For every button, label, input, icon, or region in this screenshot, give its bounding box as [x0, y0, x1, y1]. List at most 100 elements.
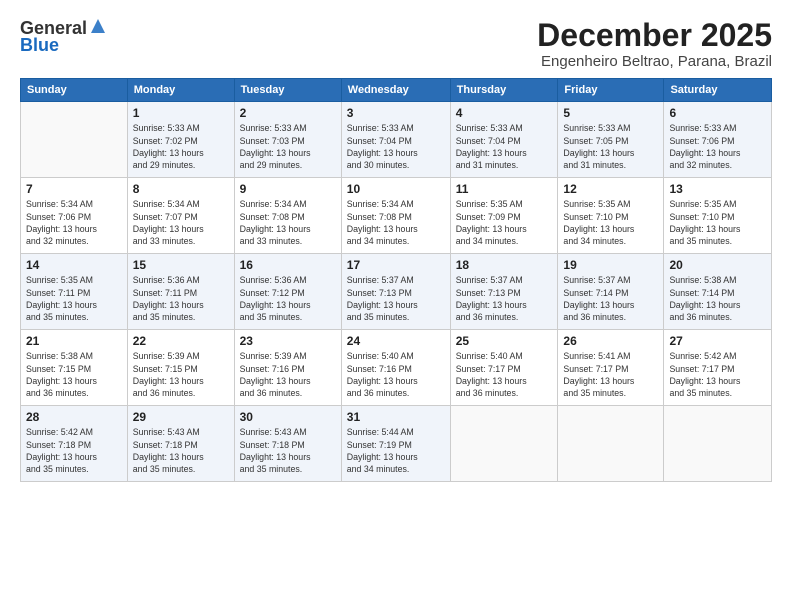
cell-day-number: 13 [669, 182, 766, 196]
logo: General Blue [20, 18, 107, 56]
calendar-cell: 18Sunrise: 5:37 AM Sunset: 7:13 PM Dayli… [450, 254, 558, 330]
calendar-cell: 6 Sunrise: 5:33 AM Sunset: 7:06 PM Daylig… [664, 102, 772, 178]
cell-day-number: 8 [133, 182, 229, 196]
calendar-week-row: 7 Sunrise: 5:34 AM Sunset: 7:06 PM Daylig… [21, 178, 772, 254]
header: General Blue December 2025 Engenheiro Be… [20, 18, 772, 70]
page-subtitle: Engenheiro Beltrao, Parana, Brazil [537, 53, 772, 70]
cell-info-text: Sunrise: 5:37 AM Sunset: 7:13 PM Dayligh… [347, 274, 445, 323]
cell-info-text: Sunrise: 5:35 AM Sunset: 7:09 PM Dayligh… [456, 198, 553, 247]
cell-info-text: Sunrise: 5:36 AM Sunset: 7:12 PM Dayligh… [240, 274, 336, 323]
cell-info-text: Sunrise: 5:33 AM Sunset: 7:02 PM Dayligh… [133, 122, 229, 171]
cell-info-text: Sunrise: 5:38 AM Sunset: 7:14 PM Dayligh… [669, 274, 766, 323]
cell-info-text: Sunrise: 5:35 AM Sunset: 7:10 PM Dayligh… [669, 198, 766, 247]
calendar-cell: 2 Sunrise: 5:33 AM Sunset: 7:03 PM Daylig… [234, 102, 341, 178]
cell-day-number: 23 [240, 334, 336, 348]
calendar-cell [664, 406, 772, 482]
cell-info-text: Sunrise: 5:34 AM Sunset: 7:08 PM Dayligh… [240, 198, 336, 247]
calendar-cell [558, 406, 664, 482]
cell-info-text: Sunrise: 5:42 AM Sunset: 7:17 PM Dayligh… [669, 350, 766, 399]
logo-icon [89, 17, 107, 35]
cell-day-number: 3 [347, 106, 445, 120]
calendar-cell [450, 406, 558, 482]
title-block: December 2025 Engenheiro Beltrao, Parana… [537, 18, 772, 70]
cell-day-number: 15 [133, 258, 229, 272]
cell-info-text: Sunrise: 5:37 AM Sunset: 7:14 PM Dayligh… [563, 274, 658, 323]
calendar-cell: 11 Sunrise: 5:35 AM Sunset: 7:09 PM Dayli… [450, 178, 558, 254]
calendar-cell: 29 Sunrise: 5:43 AM Sunset: 7:18 PM Dayli… [127, 406, 234, 482]
calendar-cell: 4 Sunrise: 5:33 AM Sunset: 7:04 PM Daylig… [450, 102, 558, 178]
cell-day-number: 2 [240, 106, 336, 120]
cell-day-number: 20 [669, 258, 766, 272]
calendar-cell: 28 Sunrise: 5:42 AM Sunset: 7:18 PM Dayli… [21, 406, 128, 482]
cell-day-number: 24 [347, 334, 445, 348]
calendar-cell: 15 Sunrise: 5:36 AM Sunset: 7:11 PM Dayli… [127, 254, 234, 330]
cell-info-text: Sunrise: 5:33 AM Sunset: 7:03 PM Dayligh… [240, 122, 336, 171]
cell-day-number: 28 [26, 410, 122, 424]
cell-info-text: Sunrise: 5:39 AM Sunset: 7:15 PM Dayligh… [133, 350, 229, 399]
calendar-cell: 22 Sunrise: 5:39 AM Sunset: 7:15 PM Dayli… [127, 330, 234, 406]
calendar-cell: 21Sunrise: 5:38 AM Sunset: 7:15 PM Dayli… [21, 330, 128, 406]
cell-info-text: Sunrise: 5:40 AM Sunset: 7:17 PM Dayligh… [456, 350, 553, 399]
calendar-header-tuesday: Tuesday [234, 79, 341, 102]
cell-day-number: 18 [456, 258, 553, 272]
cell-day-number: 10 [347, 182, 445, 196]
calendar-cell: 30Sunrise: 5:43 AM Sunset: 7:18 PM Dayli… [234, 406, 341, 482]
cell-day-number: 30 [240, 410, 336, 424]
calendar-table: SundayMondayTuesdayWednesdayThursdayFrid… [20, 78, 772, 482]
cell-info-text: Sunrise: 5:40 AM Sunset: 7:16 PM Dayligh… [347, 350, 445, 399]
calendar-cell: 23 Sunrise: 5:39 AM Sunset: 7:16 PM Dayli… [234, 330, 341, 406]
cell-day-number: 31 [347, 410, 445, 424]
cell-day-number: 12 [563, 182, 658, 196]
calendar-cell: 5Sunrise: 5:33 AM Sunset: 7:05 PM Daylig… [558, 102, 664, 178]
cell-day-number: 25 [456, 334, 553, 348]
logo-blue: Blue [20, 35, 59, 56]
cell-info-text: Sunrise: 5:35 AM Sunset: 7:11 PM Dayligh… [26, 274, 122, 323]
cell-day-number: 7 [26, 182, 122, 196]
calendar-header-thursday: Thursday [450, 79, 558, 102]
cell-day-number: 27 [669, 334, 766, 348]
cell-info-text: Sunrise: 5:38 AM Sunset: 7:15 PM Dayligh… [26, 350, 122, 399]
calendar-week-row: 1 Sunrise: 5:33 AM Sunset: 7:02 PM Daylig… [21, 102, 772, 178]
calendar-week-row: 14 Sunrise: 5:35 AM Sunset: 7:11 PM Dayli… [21, 254, 772, 330]
cell-day-number: 17 [347, 258, 445, 272]
calendar-week-row: 21Sunrise: 5:38 AM Sunset: 7:15 PM Dayli… [21, 330, 772, 406]
calendar-week-row: 28 Sunrise: 5:42 AM Sunset: 7:18 PM Dayli… [21, 406, 772, 482]
cell-info-text: Sunrise: 5:34 AM Sunset: 7:06 PM Dayligh… [26, 198, 122, 247]
cell-info-text: Sunrise: 5:35 AM Sunset: 7:10 PM Dayligh… [563, 198, 658, 247]
calendar-cell: 10Sunrise: 5:34 AM Sunset: 7:08 PM Dayli… [341, 178, 450, 254]
cell-info-text: Sunrise: 5:43 AM Sunset: 7:18 PM Dayligh… [133, 426, 229, 475]
cell-info-text: Sunrise: 5:33 AM Sunset: 7:04 PM Dayligh… [456, 122, 553, 171]
calendar-header-row: SundayMondayTuesdayWednesdayThursdayFrid… [21, 79, 772, 102]
calendar-cell: 8Sunrise: 5:34 AM Sunset: 7:07 PM Daylig… [127, 178, 234, 254]
calendar-cell: 16Sunrise: 5:36 AM Sunset: 7:12 PM Dayli… [234, 254, 341, 330]
cell-day-number: 29 [133, 410, 229, 424]
calendar-header-monday: Monday [127, 79, 234, 102]
cell-day-number: 19 [563, 258, 658, 272]
cell-info-text: Sunrise: 5:39 AM Sunset: 7:16 PM Dayligh… [240, 350, 336, 399]
cell-day-number: 4 [456, 106, 553, 120]
calendar-cell: 1 Sunrise: 5:33 AM Sunset: 7:02 PM Daylig… [127, 102, 234, 178]
cell-info-text: Sunrise: 5:36 AM Sunset: 7:11 PM Dayligh… [133, 274, 229, 323]
cell-info-text: Sunrise: 5:44 AM Sunset: 7:19 PM Dayligh… [347, 426, 445, 475]
calendar-cell: 24 Sunrise: 5:40 AM Sunset: 7:16 PM Dayli… [341, 330, 450, 406]
calendar-cell: 13 Sunrise: 5:35 AM Sunset: 7:10 PM Dayli… [664, 178, 772, 254]
cell-day-number: 9 [240, 182, 336, 196]
calendar-cell: 3 Sunrise: 5:33 AM Sunset: 7:04 PM Daylig… [341, 102, 450, 178]
cell-day-number: 14 [26, 258, 122, 272]
calendar-cell: 19 Sunrise: 5:37 AM Sunset: 7:14 PM Dayli… [558, 254, 664, 330]
calendar-cell: 31 Sunrise: 5:44 AM Sunset: 7:19 PM Dayli… [341, 406, 450, 482]
calendar-cell: 27 Sunrise: 5:42 AM Sunset: 7:17 PM Dayli… [664, 330, 772, 406]
cell-day-number: 5 [563, 106, 658, 120]
calendar-header-sunday: Sunday [21, 79, 128, 102]
calendar-cell [21, 102, 128, 178]
calendar-cell: 20 Sunrise: 5:38 AM Sunset: 7:14 PM Dayli… [664, 254, 772, 330]
cell-info-text: Sunrise: 5:42 AM Sunset: 7:18 PM Dayligh… [26, 426, 122, 475]
cell-info-text: Sunrise: 5:33 AM Sunset: 7:06 PM Dayligh… [669, 122, 766, 171]
calendar-header-wednesday: Wednesday [341, 79, 450, 102]
cell-day-number: 22 [133, 334, 229, 348]
cell-day-number: 11 [456, 182, 553, 196]
cell-day-number: 1 [133, 106, 229, 120]
calendar-header-friday: Friday [558, 79, 664, 102]
cell-info-text: Sunrise: 5:33 AM Sunset: 7:04 PM Dayligh… [347, 122, 445, 171]
cell-day-number: 6 [669, 106, 766, 120]
